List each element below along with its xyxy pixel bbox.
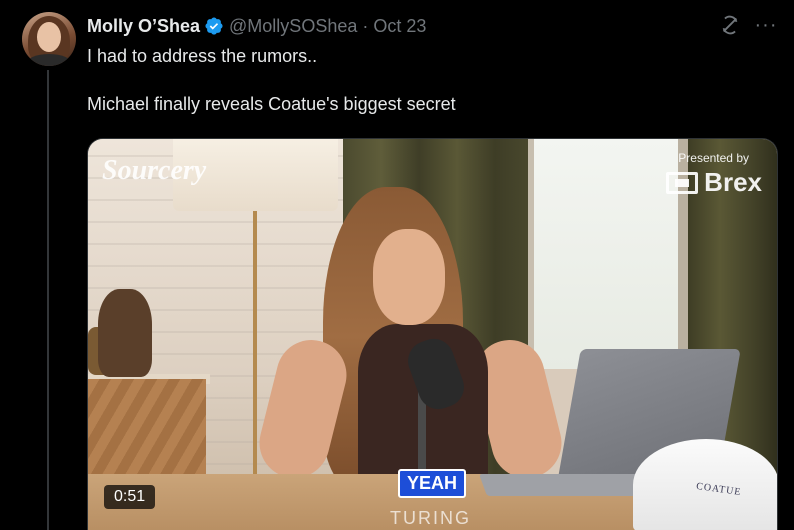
sponsor-prefix: Presented by xyxy=(678,151,749,165)
avatar-face xyxy=(37,22,61,52)
grok-icon[interactable] xyxy=(717,12,743,38)
verified-badge-icon[interactable] xyxy=(204,16,224,36)
brex-logo-icon xyxy=(666,171,699,194)
tweet-timestamp[interactable]: Oct 23 xyxy=(373,16,426,37)
laptop-base xyxy=(478,474,648,496)
more-icon[interactable]: ··· xyxy=(752,12,780,38)
video-duration: 0:51 xyxy=(104,485,156,509)
separator-dot: · xyxy=(362,15,369,36)
tweet-header: Molly O’Shea @MollySOShea · Oct 23 xyxy=(87,14,426,38)
window-frame xyxy=(528,139,688,369)
avatar[interactable] xyxy=(22,12,76,66)
author-name[interactable]: Molly O’Shea xyxy=(87,16,200,37)
tweet-text: I had to address the rumors.. Michael fi… xyxy=(87,44,777,116)
video-watermark: TURING xyxy=(390,508,471,528)
sponsor-logo: Brex xyxy=(666,167,762,198)
person-face xyxy=(373,229,445,325)
show-logo: Sourcery xyxy=(102,155,207,186)
sculpture xyxy=(98,289,152,377)
thread-line xyxy=(47,70,49,530)
tweet-text-line-2: Michael finally reveals Coatue's biggest… xyxy=(87,94,456,114)
sponsor-name: Brex xyxy=(704,167,762,197)
tweet-text-line-1: I had to address the rumors.. xyxy=(87,46,318,66)
video-player[interactable]: COATUE Sourcery Presented by Brex YEAH T… xyxy=(87,138,778,530)
video-caption: YEAH xyxy=(398,469,467,498)
author-handle[interactable]: @MollySOShea xyxy=(229,16,357,37)
